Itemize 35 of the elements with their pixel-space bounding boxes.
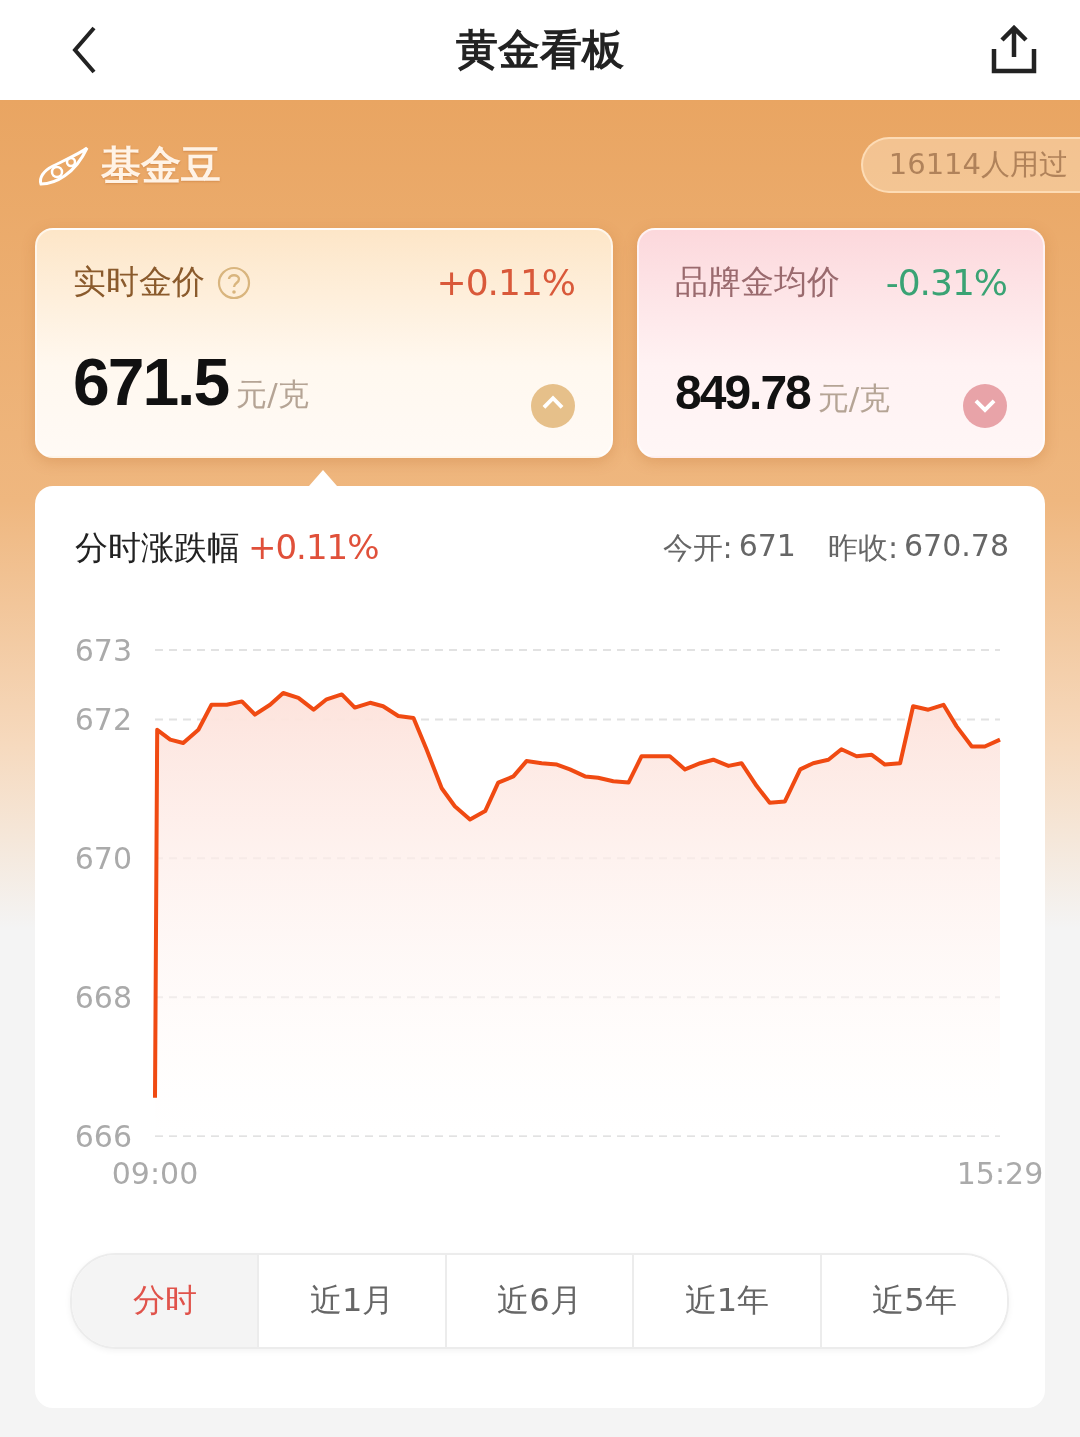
x-tick-label: 15:29 xyxy=(956,1156,1044,1191)
open-value: 671 xyxy=(738,528,796,565)
open-label: 今开: xyxy=(662,529,733,567)
price-card[interactable]: 品牌金均价 -0.31% 849.78 元/克 xyxy=(637,228,1045,458)
change-percent: -0.31% xyxy=(885,262,1007,303)
prev-close-value: 670.78 xyxy=(904,528,1009,565)
share-icon[interactable] xyxy=(990,25,1038,75)
y-tick-label: 668 xyxy=(74,980,132,1016)
price-value: 849.78 xyxy=(675,365,810,420)
range-tab[interactable]: 近1年 xyxy=(634,1255,822,1347)
y-tick-label: 670 xyxy=(74,841,132,877)
price-unit: 元/克 xyxy=(817,379,891,418)
y-tick-label: 673 xyxy=(74,633,132,668)
range-tab[interactable]: 分时 xyxy=(72,1255,260,1347)
chevron-up-icon[interactable] xyxy=(531,384,575,428)
price-unit: 元/克 xyxy=(236,375,309,414)
y-tick-label: 672 xyxy=(74,702,132,738)
usage-badge: 16114人用过 xyxy=(860,137,1080,193)
page-title: 黄金看板 xyxy=(456,24,624,76)
range-tab[interactable]: 近1月 xyxy=(259,1255,447,1347)
chevron-down-icon[interactable] xyxy=(963,384,1007,428)
help-icon[interactable] xyxy=(217,265,251,300)
range-tab[interactable]: 近5年 xyxy=(821,1255,1007,1347)
range-tab[interactable]: 近6月 xyxy=(446,1255,635,1347)
brand-name: 基金豆 xyxy=(101,140,221,190)
card-label: 实时金价 xyxy=(73,261,205,303)
card-label: 品牌金均价 xyxy=(675,261,840,303)
change-percent: +0.11% xyxy=(248,527,379,567)
back-icon[interactable] xyxy=(70,25,98,75)
x-tick-label: 09:00 xyxy=(111,1156,199,1191)
y-tick-label: 666 xyxy=(74,1119,132,1154)
chart-title: 分时涨跌幅 xyxy=(75,527,240,569)
change-percent: +0.11% xyxy=(436,262,575,303)
price-value: 671.5 xyxy=(73,344,229,420)
prev-close-label: 昨收: xyxy=(827,529,898,567)
